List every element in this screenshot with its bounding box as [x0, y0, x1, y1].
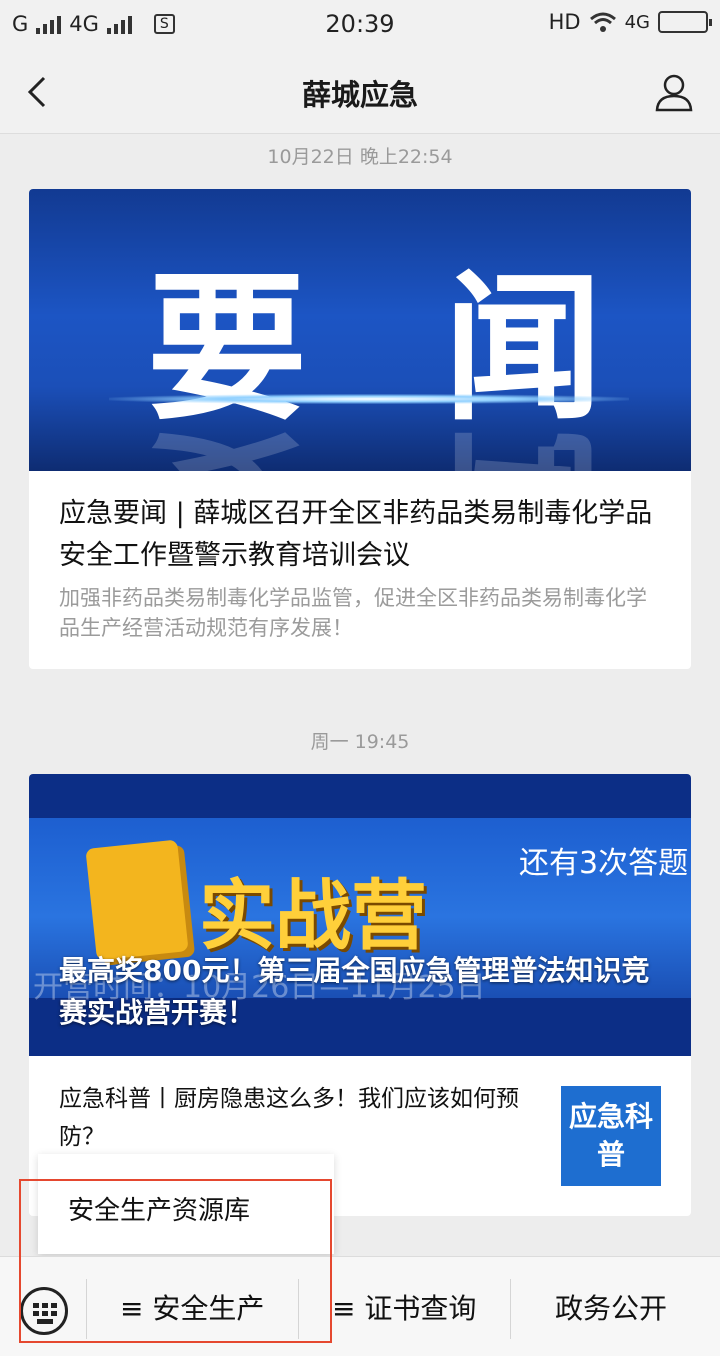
banner-glow — [109, 394, 629, 404]
page-title: 薛城应急 — [301, 78, 418, 112]
timestamp: 10月22日 晚上22:54 — [267, 146, 453, 168]
menu-item-certificate[interactable]: ≡ 证书查询 — [332, 1287, 476, 1327]
banner-word: 实战营 — [199, 871, 427, 960]
user-icon[interactable] — [654, 72, 694, 112]
banner-reflection: 闻 — [443, 401, 603, 471]
status-right: HD 4G — [548, 10, 712, 34]
battery-icon — [658, 11, 712, 33]
status-bar: G 4G S 20:39 HD 4G — [0, 0, 720, 50]
menu-item-government[interactable]: 政务公开 — [555, 1287, 667, 1327]
title-bar: 薛城应急 — [0, 50, 720, 134]
highlight-box — [19, 1179, 332, 1343]
banner-reflection: 要 — [147, 401, 307, 471]
sub-article-thumbnail: 应急科普 — [561, 1086, 661, 1186]
hd-label: HD — [548, 10, 581, 34]
article-banner: 实战营 还有3次答题 开营时间：10月26日—11月25日 最高奖800元！第三… — [29, 774, 691, 1056]
article-title: 最高奖800元！第三届全国应急管理普法知识竞赛实战营开赛！ — [59, 954, 650, 1029]
network-label-2: 4G — [624, 11, 650, 33]
article-description: 加强非药品类易制毒化学品监管，促进全区非药品类易制毒化学品生产经营活动规范有序发… — [59, 586, 647, 640]
article-card[interactable]: 要 闻 要 闻 应急要闻 | 薛城区召开全区非药品类易制毒化学品安全工作暨警示教… — [29, 189, 691, 669]
article-title: 应急要闻 | 薛城区召开全区非药品类易制毒化学品安全工作暨警示教育培训会议 — [59, 498, 653, 571]
menu-divider — [510, 1279, 511, 1339]
timestamp: 周一 19:45 — [310, 731, 410, 753]
banner-corner-text: 还有3次答题 — [519, 846, 689, 881]
book-icon — [85, 839, 189, 961]
sub-article-title: 应急科普丨厨房隐患这么多！我们应该如何预防？ — [59, 1086, 519, 1150]
article-banner: 要 闻 要 闻 — [29, 189, 691, 471]
article-card[interactable]: 实战营 还有3次答题 开营时间：10月26日—11月25日 最高奖800元！第三… — [29, 774, 691, 1216]
wifi-icon — [589, 12, 616, 32]
